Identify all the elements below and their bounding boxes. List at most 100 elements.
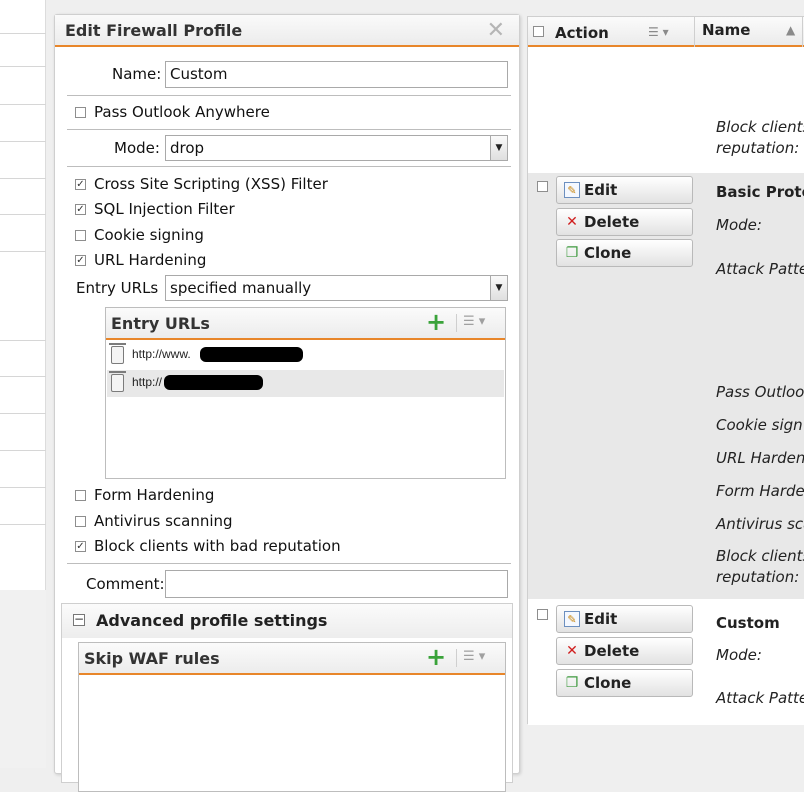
delete-button[interactable]: ✕ Delete — [556, 637, 693, 665]
dialog-title: Edit Firewall Profile — [65, 21, 243, 40]
cookie-signing-checkbox[interactable] — [75, 230, 86, 241]
antivirus-checkbox[interactable] — [75, 516, 86, 527]
edit-icon: ✎ — [564, 182, 580, 198]
list-divider — [0, 251, 46, 252]
name-field[interactable]: Custom — [165, 61, 508, 88]
list-divider — [0, 487, 46, 488]
list-divider — [0, 524, 46, 525]
columns-menu-icon[interactable]: ☰ ▾ — [648, 25, 669, 39]
field-label: Mode: — [716, 646, 762, 664]
trash-icon[interactable] — [109, 343, 126, 364]
list-divider — [0, 104, 46, 105]
delete-icon: ✕ — [566, 643, 578, 659]
collapse-icon[interactable]: − — [73, 613, 85, 626]
divider — [456, 314, 457, 332]
list-divider — [0, 340, 46, 341]
list-divider — [0, 450, 46, 451]
field-label: reputation: — [716, 568, 800, 586]
profiles-list-panel: Action ☰ ▾ Name ▲ Block clients reputati… — [527, 16, 804, 725]
url-text: http://www. — [132, 347, 191, 361]
chevron-down-icon[interactable]: ▼ — [490, 136, 507, 160]
field-label: Attack Patte — [716, 689, 804, 707]
table-row: Block clients reputation: — [528, 49, 804, 173]
mode-value: drop — [170, 139, 205, 157]
field-label: Antivirus sca — [716, 515, 804, 533]
field-label: Block clients — [716, 118, 804, 136]
mode-label: Mode: — [114, 139, 160, 157]
entry-urls-select[interactable]: specified manually ▼ — [165, 275, 508, 301]
columns-menu-icon[interactable]: ☰ ▾ — [463, 314, 485, 329]
name-column-header[interactable]: Name — [702, 21, 750, 39]
redaction — [200, 347, 303, 362]
trash-icon[interactable] — [109, 371, 126, 392]
close-icon[interactable]: ✕ — [487, 18, 505, 43]
chevron-down-icon[interactable]: ▼ — [490, 276, 507, 300]
antivirus-label: Antivirus scanning — [94, 512, 233, 530]
name-label: Name: — [112, 65, 162, 83]
divider — [67, 95, 511, 96]
clone-button[interactable]: ❐ Clone — [556, 239, 693, 267]
entry-urls-value: specified manually — [170, 279, 312, 297]
block-clients-checkbox[interactable]: ✓ — [75, 541, 86, 552]
entry-urls-grid-header: Entry URLs + ☰ ▾ — [106, 308, 505, 340]
skip-waf-rules-header: Skip WAF rules + ☰ ▾ — [79, 643, 505, 675]
pass-outlook-checkbox[interactable] — [75, 107, 86, 118]
pass-outlook-label: Pass Outlook Anywhere — [94, 103, 270, 121]
cookie-signing-label: Cookie signing — [94, 226, 204, 244]
list-item[interactable]: http://www. — [107, 342, 504, 369]
delete-button[interactable]: ✕ Delete — [556, 208, 693, 236]
dialog-title-bar[interactable]: Edit Firewall Profile ✕ — [55, 15, 519, 47]
divider — [456, 649, 457, 667]
redaction — [164, 375, 263, 390]
form-hardening-checkbox[interactable] — [75, 490, 86, 501]
advanced-settings-header[interactable]: − Advanced profile settings — [62, 604, 512, 638]
columns-menu-icon[interactable]: ☰ ▾ — [463, 649, 485, 664]
list-item[interactable]: http:// — [107, 370, 504, 397]
add-icon[interactable]: + — [426, 308, 446, 336]
row-checkbox[interactable] — [537, 609, 548, 620]
xss-filter-checkbox[interactable]: ✓ — [75, 179, 86, 190]
advanced-settings-title: Advanced profile settings — [96, 611, 328, 630]
url-text: http:// — [132, 375, 163, 389]
comment-field[interactable] — [165, 570, 508, 598]
background-panel — [0, 590, 46, 768]
clone-icon: ❐ — [565, 245, 579, 261]
field-label: Form Harde — [716, 482, 804, 500]
sort-up-icon[interactable]: ▲ — [786, 23, 795, 37]
button-label: Edit — [584, 181, 618, 199]
edit-button[interactable]: ✎ Edit — [556, 176, 693, 204]
list-divider — [0, 33, 46, 34]
field-label: Mode: — [716, 216, 762, 234]
list-divider — [0, 413, 46, 414]
clone-icon: ❐ — [565, 675, 579, 691]
mode-select[interactable]: drop ▼ — [165, 135, 508, 161]
clone-button[interactable]: ❐ Clone — [556, 669, 693, 697]
select-all-checkbox[interactable] — [533, 26, 544, 37]
delete-icon: ✕ — [566, 214, 578, 230]
action-column-header[interactable]: Action — [555, 24, 609, 42]
sql-injection-checkbox[interactable]: ✓ — [75, 204, 86, 215]
url-hardening-label: URL Hardening — [94, 251, 207, 269]
list-divider — [0, 141, 46, 142]
field-label: reputation: — [716, 139, 800, 157]
skip-waf-rules-grid: Skip WAF rules + ☰ ▾ — [78, 642, 506, 792]
table-row: ✎ Edit ✕ Delete ❐ Clone Custom Mode: Att… — [528, 599, 804, 725]
table-row: ✎ Edit ✕ Delete ❐ Clone Basic Prote Mode… — [528, 173, 804, 599]
advanced-settings-section: − Advanced profile settings Skip WAF rul… — [61, 603, 513, 792]
field-label: Pass Outloo — [716, 383, 804, 401]
add-icon[interactable]: + — [426, 643, 446, 671]
button-label: Clone — [584, 244, 632, 262]
form-hardening-label: Form Hardening — [94, 486, 215, 504]
profile-name: Basic Prote — [716, 183, 804, 201]
field-label: Cookie sign — [716, 416, 803, 434]
row-checkbox[interactable] — [537, 181, 548, 192]
field-label: Attack Patte — [716, 260, 804, 278]
edit-button[interactable]: ✎ Edit — [556, 605, 693, 633]
list-divider — [0, 376, 46, 377]
xss-filter-label: Cross Site Scripting (XSS) Filter — [94, 175, 328, 193]
column-separator — [802, 17, 803, 47]
url-hardening-checkbox[interactable]: ✓ — [75, 255, 86, 266]
divider — [67, 166, 511, 167]
divider — [67, 129, 511, 130]
button-label: Clone — [584, 674, 632, 692]
